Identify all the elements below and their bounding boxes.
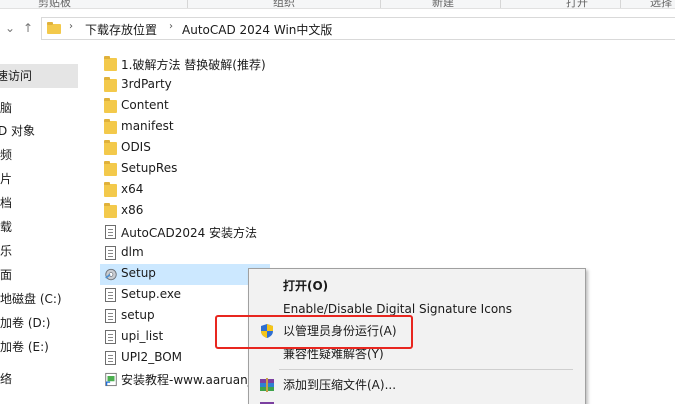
nav-item-downloads[interactable]: 下载 bbox=[0, 215, 70, 239]
file-name: Content bbox=[121, 98, 169, 112]
list-item[interactable]: ODIS bbox=[100, 138, 275, 159]
nav-item-drive-d[interactable]: 新加卷 (D:) bbox=[0, 311, 70, 335]
list-item-setup-selected[interactable]: Setup bbox=[100, 264, 270, 285]
menu-divider bbox=[279, 369, 573, 370]
list-item[interactable]: 3rdParty bbox=[100, 75, 275, 96]
breadcrumb-chevron-icon[interactable]: › bbox=[169, 21, 173, 32]
menu-item-open[interactable]: 打开(O) bbox=[249, 275, 585, 297]
navigation-bar: ⌄ ↑ › 下载存放位置 › AutoCAD 2024 Win中文版 bbox=[0, 10, 675, 46]
list-item[interactable]: SetupRes bbox=[100, 159, 275, 180]
file-name: UPI2_BOM bbox=[121, 350, 183, 364]
document-icon bbox=[105, 330, 116, 344]
address-bar[interactable]: › 下载存放位置 › AutoCAD 2024 Win中文版 bbox=[41, 17, 675, 40]
ribbon-group-select: 选择 bbox=[650, 0, 672, 9]
winrar-icon bbox=[260, 378, 274, 392]
folder-icon bbox=[104, 161, 117, 176]
ribbon-separator bbox=[620, 0, 621, 8]
recent-locations-chevron-icon[interactable]: ⌄ bbox=[2, 20, 18, 36]
menu-item-label: 添加到压缩文件(A)... bbox=[283, 378, 397, 392]
folder-icon bbox=[104, 140, 117, 155]
ribbon-separator bbox=[187, 0, 188, 8]
ribbon-group-new: 新建 bbox=[432, 0, 454, 9]
folder-icon bbox=[104, 182, 117, 197]
navigation-pane: 速访问 电脑 D 对象 视频 图片 文档 下载 音乐 桌面 本地磁盘 (C:) … bbox=[0, 56, 82, 404]
file-name: AutoCAD2024 安装方法 bbox=[121, 226, 258, 240]
nav-item-music[interactable]: 音乐 bbox=[0, 239, 70, 263]
breadcrumb-download-location[interactable]: 下载存放位置 bbox=[85, 21, 157, 38]
nav-item-desktop[interactable]: 桌面 bbox=[0, 263, 70, 287]
file-name: x86 bbox=[121, 203, 144, 217]
nav-item-3d-objects[interactable]: D 对象 bbox=[0, 119, 80, 143]
nav-item-pictures[interactable]: 图片 bbox=[0, 167, 70, 191]
document-icon bbox=[105, 309, 116, 323]
menu-item-partial[interactable] bbox=[249, 397, 585, 404]
folder-icon bbox=[47, 22, 61, 34]
nav-item-drive-e[interactable]: 新加卷 (E:) bbox=[0, 335, 70, 359]
list-item[interactable]: x64 bbox=[100, 180, 275, 201]
list-item[interactable]: Content bbox=[100, 96, 275, 117]
menu-item-add-to-archive[interactable]: 添加到压缩文件(A)... bbox=[249, 374, 585, 396]
ribbon-group-open: 打开 bbox=[566, 0, 588, 9]
nav-item-network[interactable]: 网络 bbox=[0, 367, 70, 391]
ribbon-separator bbox=[500, 0, 501, 8]
nav-item-drive-c[interactable]: 本地磁盘 (C:) bbox=[0, 287, 70, 311]
file-name: dlm bbox=[121, 245, 144, 259]
file-name: Setup bbox=[121, 266, 156, 280]
folder-icon bbox=[104, 98, 117, 113]
menu-item-label: 打开(O) bbox=[283, 279, 329, 293]
nav-item-this-pc[interactable]: 电脑 bbox=[0, 96, 70, 120]
file-name: 1.破解方法 替换破解(推荐) bbox=[121, 58, 266, 72]
file-name: ODIS bbox=[121, 140, 151, 154]
file-name: 安装教程-www.aaruanj bbox=[121, 373, 252, 387]
up-arrow-icon[interactable]: ↑ bbox=[20, 20, 36, 36]
list-item[interactable]: x86 bbox=[100, 201, 275, 222]
shortcut-icon bbox=[105, 372, 117, 387]
document-icon bbox=[105, 288, 116, 302]
list-item[interactable]: manifest bbox=[100, 117, 275, 138]
file-name: SetupRes bbox=[121, 161, 178, 175]
winrar-icon bbox=[260, 402, 274, 404]
breadcrumb-autocad-folder[interactable]: AutoCAD 2024 Win中文版 bbox=[182, 21, 332, 38]
file-name: Setup.exe bbox=[121, 287, 182, 301]
nav-item-documents[interactable]: 文档 bbox=[0, 191, 70, 215]
breadcrumb-chevron-icon[interactable]: › bbox=[69, 21, 73, 32]
document-icon bbox=[105, 225, 116, 239]
nav-item-videos[interactable]: 视频 bbox=[0, 143, 70, 167]
ribbon-group-labels: 剪贴板 组织 新建 打开 选择 bbox=[0, 0, 675, 9]
list-item[interactable]: AutoCAD2024 安装方法 bbox=[100, 222, 275, 243]
file-name: upi_list bbox=[121, 329, 164, 343]
nav-item-quick-access[interactable]: 速访问 bbox=[0, 64, 78, 88]
folder-icon bbox=[104, 119, 117, 134]
annotation-highlight-box bbox=[215, 315, 413, 349]
ribbon-group-clipboard: 剪贴板 bbox=[38, 0, 71, 9]
list-item[interactable]: dlm bbox=[100, 243, 275, 264]
folder-icon bbox=[104, 56, 117, 71]
ribbon-separator bbox=[380, 0, 381, 8]
file-name: manifest bbox=[121, 119, 174, 133]
folder-icon bbox=[104, 77, 117, 92]
folder-icon bbox=[104, 203, 117, 218]
file-name: x64 bbox=[121, 182, 144, 196]
file-name: setup bbox=[121, 308, 155, 322]
list-item[interactable]: 1.破解方法 替换破解(推荐) bbox=[100, 54, 275, 75]
document-icon bbox=[105, 351, 116, 365]
file-name: 3rdParty bbox=[121, 77, 172, 91]
document-icon bbox=[105, 246, 116, 260]
ribbon-group-organize: 组织 bbox=[273, 0, 295, 9]
setup-gear-icon bbox=[105, 268, 117, 281]
